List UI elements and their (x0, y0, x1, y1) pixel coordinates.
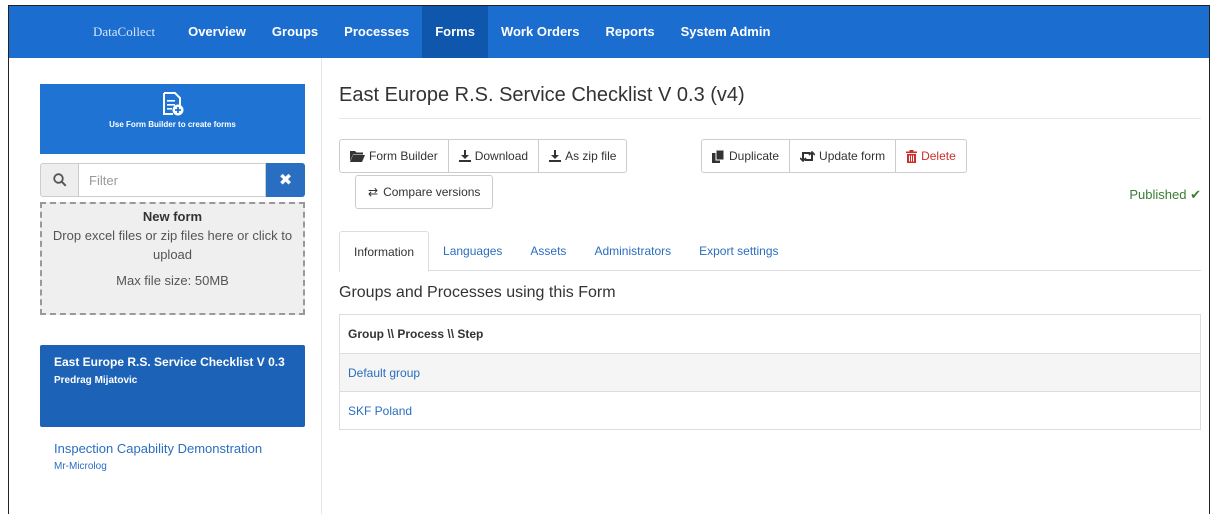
dropzone-title: New form (142, 209, 203, 224)
app-window: DataCollect Overview Groups Processes Fo… (8, 5, 1210, 514)
tab-bar: Information Languages Assets Administrat… (339, 231, 1201, 272)
duplicate-label: Duplicate (729, 149, 780, 163)
nav-groups[interactable]: Groups (259, 6, 331, 58)
download-icon (458, 150, 471, 162)
form-list-item[interactable]: Inspection Capability Demonstration Mr-M… (40, 427, 305, 472)
form-builder-button[interactable]: Form Builder (339, 139, 449, 173)
add-form-icon (162, 92, 183, 116)
dropzone-max-size: Max file size: 50MB (116, 273, 229, 288)
tab-administrators[interactable]: Administrators (580, 231, 685, 270)
form-builder-label: Form Builder (369, 149, 438, 163)
groups-processes-table: Group \\ Process \\ Step Default group S… (339, 314, 1201, 430)
action-toolbar: Form Builder Download As zip file Duplic… (339, 139, 1201, 209)
zip-download-label: As zip file (565, 149, 617, 163)
primary-button-group: Form Builder Download As zip file (339, 139, 628, 173)
status-text: Published (1129, 187, 1187, 202)
check-icon: ✔ (1190, 187, 1201, 202)
duplicate-button[interactable]: Duplicate (701, 139, 791, 173)
tab-information[interactable]: Information (339, 231, 430, 272)
main-content: East Europe R.S. Service Checklist V 0.3… (339, 84, 1201, 430)
file-dropzone[interactable]: New form Drop excel files or zip files h… (40, 202, 305, 315)
status-badge: Published ✔ (1129, 187, 1201, 203)
transfer-icon: ⇄ (368, 185, 379, 199)
brand-logo[interactable]: DataCollect (93, 24, 155, 40)
nav-overview[interactable]: Overview (175, 6, 259, 58)
folder-open-icon (350, 151, 365, 162)
sidebar-divider (321, 58, 322, 514)
clear-filter-button[interactable]: ✖ (266, 163, 305, 197)
tab-assets[interactable]: Assets (516, 231, 580, 270)
form-item-title: Inspection Capability Demonstration (54, 441, 263, 456)
filter-input[interactable] (79, 163, 267, 197)
nav-system-admin[interactable]: System Admin (668, 6, 784, 58)
search-icon (40, 163, 80, 197)
retweet-icon (800, 150, 816, 162)
compare-versions-button[interactable]: ⇄ Compare versions (355, 175, 494, 209)
copy-icon (712, 149, 725, 163)
page-title: East Europe R.S. Service Checklist V 0.3… (339, 84, 1201, 119)
compare-versions-label: Compare versions (383, 185, 481, 199)
top-navbar: DataCollect Overview Groups Processes Fo… (9, 6, 1209, 58)
table-header: Group \\ Process \\ Step (348, 327, 484, 341)
trash-icon (906, 149, 918, 163)
nav-work-orders[interactable]: Work Orders (488, 6, 593, 58)
download-icon (549, 150, 562, 162)
update-form-button[interactable]: Update form (789, 139, 897, 173)
nav-processes[interactable]: Processes (331, 6, 422, 58)
sidebar: Use Form Builder to create forms ✖ New f… (40, 84, 305, 472)
form-item-author: Mr-Microlog (54, 461, 107, 472)
tab-languages[interactable]: Languages (429, 231, 516, 270)
download-button[interactable]: Download (447, 139, 540, 173)
nav-reports[interactable]: Reports (592, 6, 667, 58)
section-title: Groups and Processes using this Form (339, 284, 616, 301)
download-label: Download (474, 149, 529, 163)
nav-forms[interactable]: Forms (422, 6, 488, 58)
tab-export-settings[interactable]: Export settings (685, 231, 792, 270)
form-list-item-active[interactable]: East Europe R.S. Service Checklist V 0.3… (40, 345, 305, 427)
filter-bar: ✖ (40, 163, 305, 197)
secondary-button-group: Duplicate Update form Delete (701, 139, 967, 173)
delete-button[interactable]: Delete (895, 139, 967, 173)
update-form-label: Update form (819, 149, 886, 163)
close-icon: ✖ (278, 172, 293, 189)
group-link[interactable]: SKF Poland (348, 404, 412, 418)
form-builder-hint: Use Form Builder to create forms (109, 120, 236, 129)
form-builder-card[interactable]: Use Form Builder to create forms (40, 84, 305, 154)
dropzone-instructions: Drop excel files or zip files here or cl… (52, 228, 293, 262)
delete-label: Delete (921, 149, 956, 163)
table-row: SKF Poland (340, 391, 1200, 429)
group-link[interactable]: Default group (348, 366, 420, 380)
table-row: Default group (340, 353, 1200, 391)
form-item-title: East Europe R.S. Service Checklist V 0.3 (54, 355, 285, 369)
form-item-author: Predrag Mijatovic (54, 375, 138, 386)
zip-download-button[interactable]: As zip file (538, 139, 628, 173)
